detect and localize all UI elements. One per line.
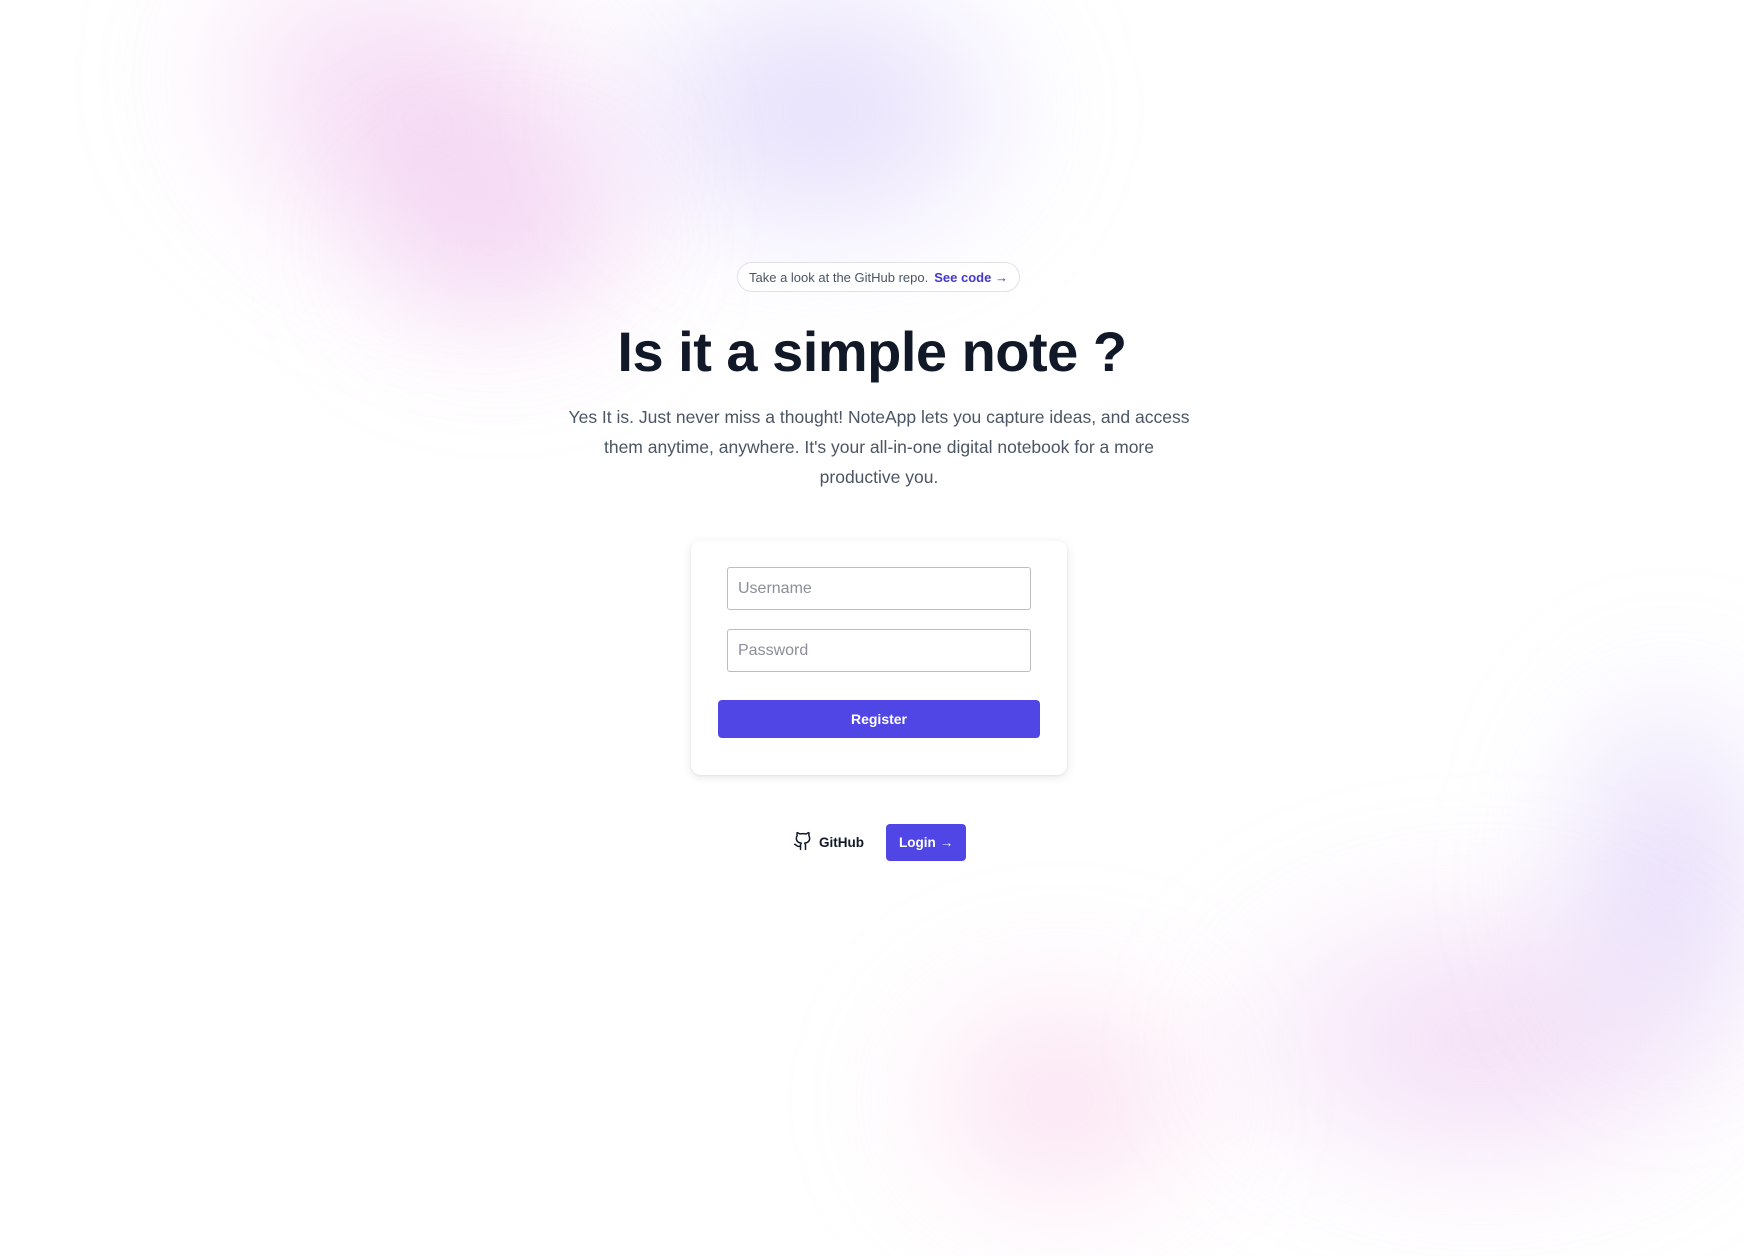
landing-page: Take a look at the GitHub repo. See code… [0,0,1744,1256]
register-form-card: Register [691,541,1067,775]
login-button[interactable]: Login → [886,824,967,861]
register-button[interactable]: Register [718,700,1040,738]
see-code-link[interactable]: See code → [934,270,1008,285]
arrow-right-icon: → [939,835,954,850]
github-label: GitHub [819,835,864,850]
banner-text: Take a look at the GitHub repo. [749,269,929,285]
hero-description: Yes It is. Just never miss a thought! No… [568,407,1190,487]
page-title: Is it a simple note ? [617,320,1127,383]
login-label: Login [899,835,936,850]
background-gradient-blob [880,960,1240,1240]
github-repo-banner: Take a look at the GitHub repo. See code… [737,262,1020,292]
username-input[interactable] [727,567,1031,610]
footer-actions: GitHub Login → [793,824,967,861]
github-icon [793,831,813,854]
github-link[interactable]: GitHub [793,831,864,854]
background-gradient-blob [1200,880,1744,1200]
background-gradient-blob [1540,660,1744,1080]
arrow-right-icon: → [994,269,1008,285]
see-code-label: See code [934,269,992,285]
background-gradient-blob [600,0,1040,260]
password-input[interactable] [727,629,1031,672]
